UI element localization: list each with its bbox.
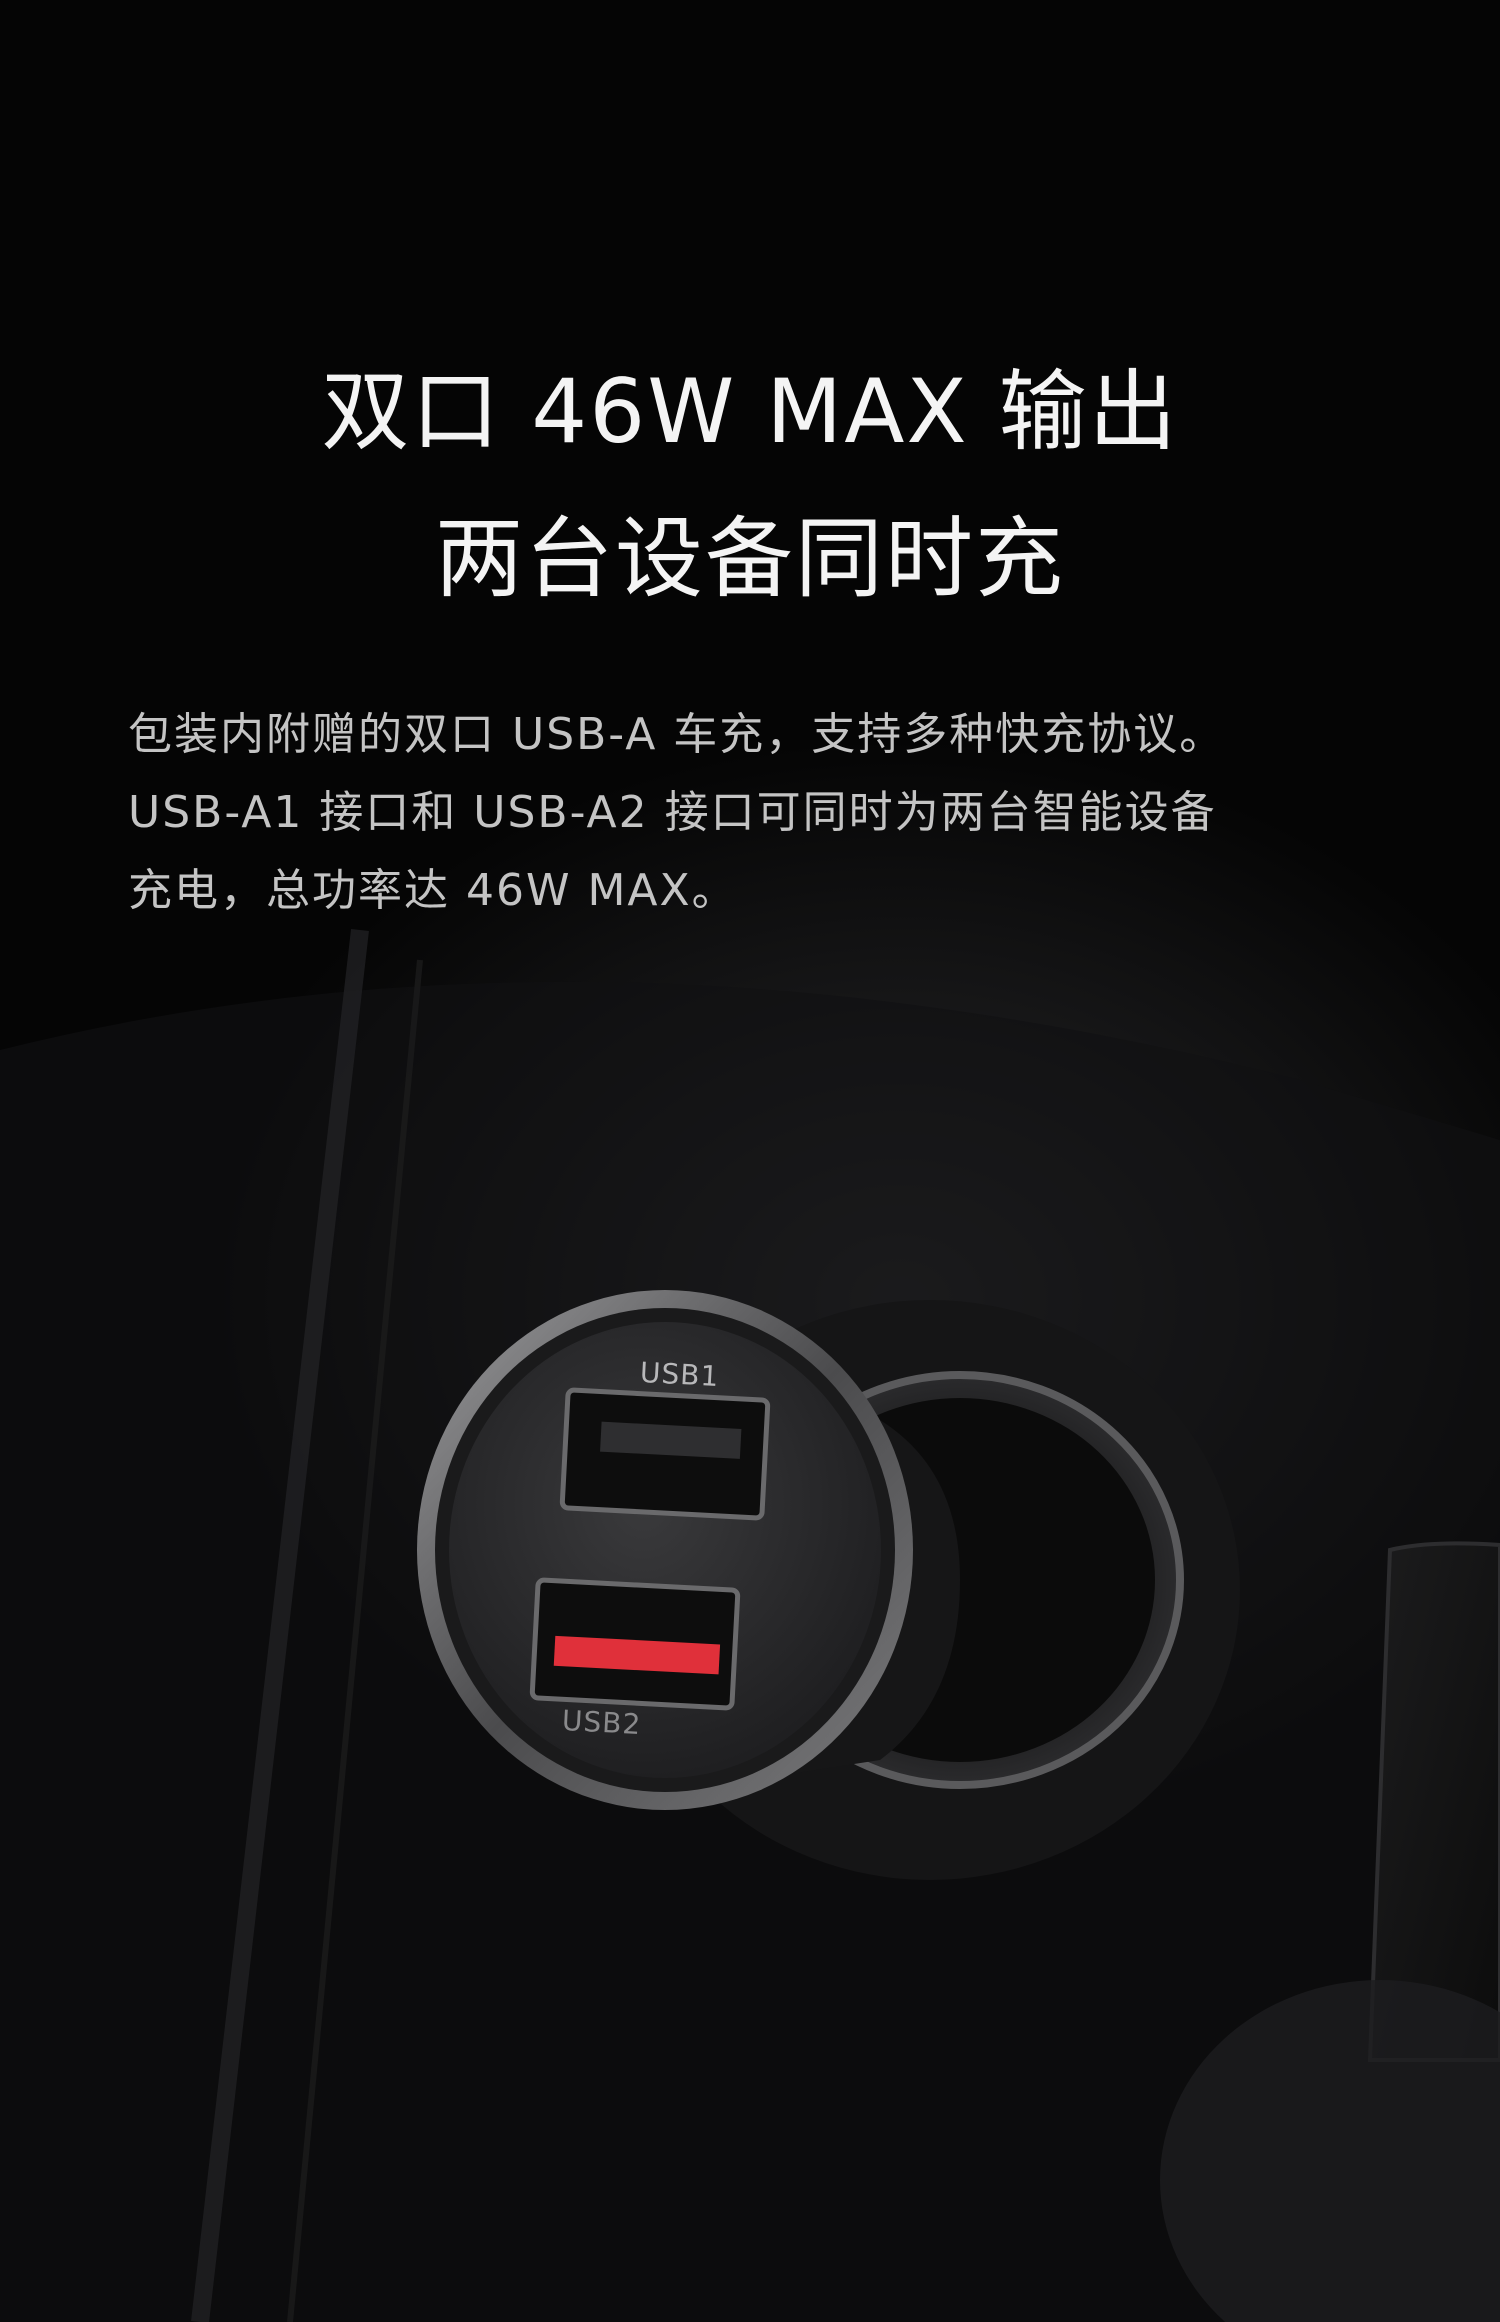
product-feature-page: USB1 USB2 双口 46W MAX 输出 两台设备同时充 包装内附赠的双口… [0, 0, 1500, 2322]
headline-line-1: 双口 46W MAX 输出 [321, 360, 1179, 463]
description-line-3: 充电，总功率达 46W MAX。 [128, 865, 738, 916]
car-charger-photo [0, 928, 1500, 2322]
description-line-2: USB-A1 接口和 USB-A2 接口可同时为两台智能设备 [128, 787, 1217, 838]
usb2-label: USB2 [561, 1703, 643, 1742]
usb1-label: USB1 [639, 1355, 721, 1394]
description-line-1: 包装内附赠的双口 USB-A 车充，支持多种快充协议。 [128, 709, 1226, 760]
headline-line-2: 两台设备同时充 [434, 507, 1065, 610]
